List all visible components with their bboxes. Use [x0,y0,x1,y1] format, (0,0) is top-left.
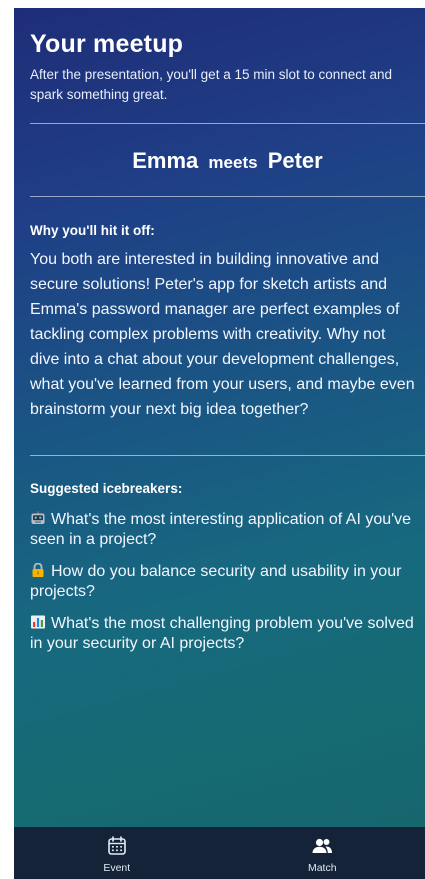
reason-text: You both are interested in building inno… [30,251,415,418]
icebreakers-label: Suggested icebreakers: [30,481,183,496]
nav-label-match: Match [307,862,337,874]
icebreaker-item: What's the most interesting application … [30,510,425,550]
icebreaker-item: How do you balance security and usabilit… [30,562,425,602]
nav-label-event: Event [103,862,131,874]
match-name-a: Emma [132,148,199,173]
icebreaker-text: What's the most interesting application … [30,511,412,548]
robot-icon [31,511,45,524]
page-title: Your meetup [30,30,184,58]
icebreaker-text: What's the most challenging problem you'… [30,615,414,652]
icebreaker-item: What's the most challenging problem you'… [30,614,425,654]
match-heading: Emma meets Peter [30,124,425,196]
bottom-nav: Event Match [14,827,425,879]
nav-item-match[interactable]: Match [220,827,425,879]
calendar-icon [107,836,126,855]
reason-label: Why you'll hit it off: [30,223,155,238]
divider [30,455,425,456]
icebreaker-text: How do you balance security and usabilit… [30,563,402,600]
match-connector: meets [208,153,258,172]
page-subtitle: After the presentation, you'll get a 15 … [30,67,393,102]
icebreaker-list: What's the most interesting application … [30,510,425,654]
meetup-content: Your meetup After the presentation, you'… [14,8,425,827]
lock-icon [32,563,44,577]
meetup-screen: Your meetup After the presentation, you'… [14,8,425,879]
bar-chart-icon [31,615,45,629]
divider [30,196,425,197]
people-icon [312,838,333,853]
nav-item-event[interactable]: Event [14,827,220,879]
match-name-b: Peter [267,148,323,173]
